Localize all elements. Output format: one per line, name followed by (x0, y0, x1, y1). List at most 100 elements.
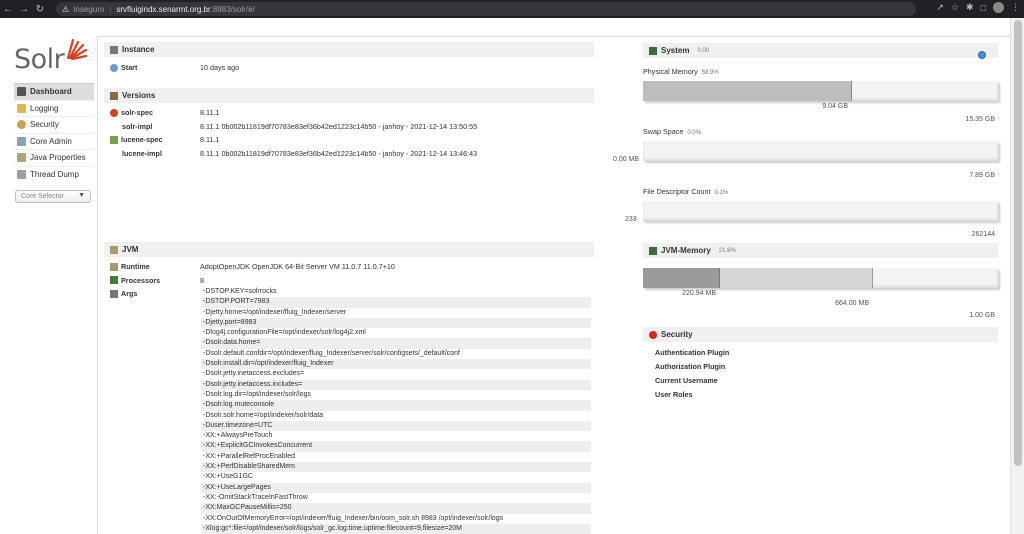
refresh-icon[interactable] (978, 51, 986, 59)
sidebar-item-core-admin[interactable]: Core Admin (14, 132, 94, 150)
avatar[interactable] (993, 2, 1004, 13)
share-icon[interactable]: ↗ (936, 2, 944, 13)
security-icon (17, 120, 26, 130)
list-item: -XX:+UseG1GC (203, 473, 253, 481)
list-item: -Dsolr.log.muteconsole (201, 400, 591, 411)
jvm-memory-max: 1.00 GB (969, 312, 995, 319)
swap-space-bar (643, 141, 998, 161)
security-list: Authentication Plugin Authorization Plug… (643, 345, 998, 401)
clock-icon (110, 63, 118, 72)
star-icon[interactable]: ☆ (951, 2, 959, 13)
swap-space-total: 7.89 GB (969, 172, 995, 179)
scrollbar-thumb[interactable] (1014, 20, 1022, 466)
dashboard-panel: Instance Start 10 days ago Versions solr… (97, 36, 1010, 534)
file-descriptor-label: File Descriptor Count 0.1% (643, 187, 729, 196)
sidebar-item-logging[interactable]: Logging (14, 99, 94, 117)
core-selector-label: Core Selector (21, 193, 64, 200)
list-item: -XX:MaxGCPauseMillis=250 (201, 503, 591, 514)
list-item: -Dsolr.log.dir=/opt/indexer/solr/logs (203, 390, 311, 398)
list-item: -Djetty.home=/opt/indexer/fluig_Indexer/… (203, 308, 347, 316)
list-item: -XX:OnOutOfMemoryError=/opt/indexer/flui… (203, 514, 504, 522)
runtime-icon (110, 262, 118, 271)
dashboard-icon (17, 87, 26, 97)
system-column: System 0.00 Physical Memory 58.9% 9.04 GB… (613, 43, 998, 401)
sidebar-item-dashboard[interactable]: Dashboard (14, 83, 94, 100)
reload-icon[interactable]: ↻ (32, 1, 48, 17)
url-path: :8983/solr/#/ (210, 4, 255, 14)
physical-memory-fill (643, 81, 852, 101)
list-item: -DSTOP.PORT=7983 (201, 297, 591, 308)
address-bar[interactable]: ⚠ Inseguro | srvfluigindx.senarmt.org.br… (56, 2, 916, 16)
list-item: -Dsolr.data.home= (201, 338, 591, 349)
sidebar-item-label: Thread Dump (30, 169, 79, 179)
list-item: -Xlog:gc*:file=/opt/indexer/solr/logs/so… (201, 523, 591, 534)
logo-text: Solr (14, 44, 65, 75)
list-item: -XX:+AlwaysPreTouch (203, 432, 273, 440)
sidebar-item-java-properties[interactable]: Java Properties (14, 149, 94, 166)
solr-logo[interactable]: Solr (14, 36, 88, 76)
browser-actions: ↗ ☆ ✱ □ ⋮ (936, 2, 1020, 13)
jvm-icon (110, 245, 118, 254)
list-item: Authentication Plugin (655, 347, 730, 357)
list-item: -Dsolr.jetty.inetaccess.excludes= (203, 370, 305, 378)
processor-icon (110, 276, 118, 285)
list-item: -Djetty.port=8983 (201, 317, 591, 329)
sidebar-item-security[interactable]: Security (14, 116, 94, 133)
version-row: solr-spec 8.11.1 (104, 106, 594, 120)
url-host: srvfluigindx.senarmt.org.br (116, 4, 211, 14)
list-item: User Roles (655, 389, 693, 399)
menu-icon[interactable]: ⋮ (1011, 2, 1020, 13)
list-item: -Dlog4j.configurationFile=/opt/indexer/s… (203, 329, 366, 337)
forward-icon[interactable]: → (16, 1, 32, 17)
system-title: System 0.00 (643, 43, 998, 58)
back-icon[interactable]: ← (0, 1, 16, 17)
physical-memory-used: 9.04 GB (822, 103, 848, 110)
security-title: Security (643, 327, 998, 342)
list-item: Current Username (655, 375, 718, 385)
main-menu: Dashboard Logging Security Core Admin Ja… (14, 83, 94, 182)
core-selector[interactable]: Core Selector ▼ (15, 190, 91, 203)
solr-icon (110, 108, 118, 117)
list-item: -Dsolr.default.confdir=/opt/indexer/flui… (203, 349, 461, 357)
sidepanel-icon[interactable]: □ (981, 3, 986, 13)
file-descriptor-total: 262144 (971, 231, 995, 238)
sidebar-item-label: Java Properties (30, 153, 86, 163)
jvm-memory-title: JVM-Memory 21.6% (643, 243, 998, 258)
physical-memory-bar (643, 81, 998, 101)
file-descriptor-values: 233 262144 (625, 216, 998, 241)
version-row: lucene-impl 8.11.1 0b002b11819df70783e83… (122, 148, 478, 158)
jvm-memory-icon (649, 246, 657, 255)
jvm-memory-used-fill (643, 268, 720, 288)
jvm-title: JVM (104, 242, 594, 257)
jvm-runtime-row: Runtime AdoptOpenJDK OpenJDK 64-Bit Serv… (104, 260, 594, 274)
sidebar: Solr Dashboard Logging Security Core Adm… (0, 18, 96, 534)
sidebar-item-label: Logging (30, 103, 59, 113)
physical-memory-total: 15.35 GB (965, 116, 995, 123)
instance-icon (110, 45, 118, 54)
physical-memory-values: 9.04 GB 15.35 GB (643, 101, 998, 127)
list-item: Authorization Plugin (655, 361, 726, 371)
sidebar-item-label: Core Admin (30, 136, 72, 146)
list-item: -Dsolr.jetty.inetaccess.includes= (201, 379, 591, 390)
file-descriptor-used: 233 (625, 216, 637, 223)
version-row: lucene-spec 8.11.1 (104, 133, 594, 147)
browser-toolbar: ← → ↻ ⚠ Inseguro | srvfluigindx.senarmt.… (0, 0, 1024, 18)
swap-space-used: 0.00 MB (613, 156, 640, 163)
jvm-processors-row: Processors 8 (104, 274, 594, 288)
thread-dump-icon (17, 169, 26, 179)
page-scrollbar[interactable] (1010, 18, 1024, 534)
list-item: -Dsolr.install.dir=/opt/indexer/fluig_In… (201, 359, 591, 370)
jvm-args-list: -DSTOP.KEY=solrrocks -DSTOP.PORT=7983 -D… (201, 287, 591, 534)
security-label: Inseguro (73, 4, 105, 14)
list-item: -XX:-OmitStackTraceInFastThrow (203, 493, 308, 501)
instance-title: Instance (104, 42, 594, 57)
list-item: -XX:+ExplicitGCInvokesConcurrent (201, 441, 591, 452)
logging-icon (17, 103, 26, 113)
list-item: -Dsolr.solr.home=/opt/indexer/solr/data (203, 411, 324, 419)
list-item: -XX:+UseLargePages (201, 482, 591, 493)
jvm-memory-used: 220.94 MB (682, 290, 716, 297)
sidebar-item-label: Security (30, 120, 59, 130)
swap-space-label: Swap Space 0.0% (643, 127, 702, 136)
sidebar-item-thread-dump[interactable]: Thread Dump (14, 165, 94, 183)
extensions-icon[interactable]: ✱ (966, 2, 974, 13)
